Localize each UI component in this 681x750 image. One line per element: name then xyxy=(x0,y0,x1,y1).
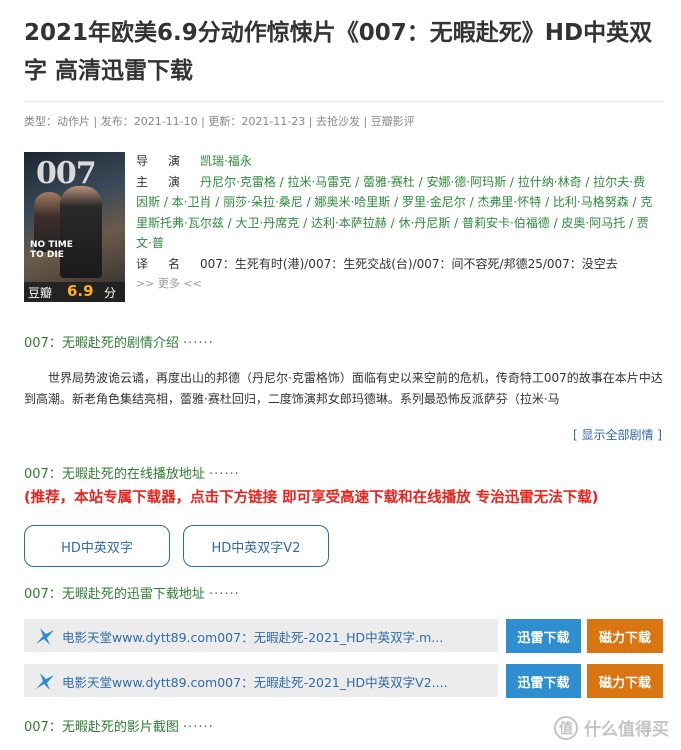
sofa-link[interactable]: 去抢沙发 xyxy=(316,115,360,128)
magnet-download-button[interactable]: 磁力下载 xyxy=(587,664,663,698)
director-row: 导演 凯瑞·福永 xyxy=(136,151,656,172)
play-button-hd-v2[interactable]: HD中英双字V2 xyxy=(183,525,329,567)
download-row[interactable]: 电影天堂www.dytt89.com007：无暇赴死-2021_HD中英双字.m… xyxy=(24,619,498,652)
douban-unit: 分 xyxy=(104,286,117,300)
online-play-heading: 007：无暇赴死的在线播放地址 ······ xyxy=(24,467,240,482)
play-button-hd[interactable]: HD中英双字 xyxy=(24,525,170,567)
download-link-text[interactable]: 电影天堂www.dytt89.com007：无暇赴死-2021_HD中英双字V2… xyxy=(62,672,492,691)
download-row[interactable]: 电影天堂www.dytt89.com007：无暇赴死-2021_HD中英双字V2… xyxy=(24,664,498,697)
alias-value: 007：生死有时(港)/007：生死交战(台)/007：间不容死/邦德25/00… xyxy=(200,256,618,271)
douban-score-bar: 豆瓣 6.9 分 xyxy=(24,282,125,302)
poster-title: NO TIME TO DIE xyxy=(30,240,73,260)
downloader-recommend-note: (推荐，本站专属下载器，点击下方链接 即可享受高速下载和在线播放 专治迅雷无法下… xyxy=(24,490,599,506)
poster-figure-man xyxy=(60,186,102,278)
download-link-text[interactable]: 电影天堂www.dytt89.com007：无暇赴死-2021_HD中英双字.m… xyxy=(62,627,492,646)
screenshots-heading: 007：无暇赴死的影片截图 ······ xyxy=(24,720,214,735)
xunlei-download-button[interactable]: 迅雷下载 xyxy=(506,619,581,653)
update-date: 2021-11-23 xyxy=(241,115,306,128)
douban-label: 豆瓣 xyxy=(28,286,53,300)
xunlei-download-heading: 007：无暇赴死的迅雷下载地址 ······ xyxy=(24,587,240,602)
title-divider xyxy=(24,101,664,102)
smzdm-logo-icon: 值 xyxy=(554,715,578,740)
director-link[interactable]: 凯瑞·福永 xyxy=(200,151,656,172)
plot-heading: 007：无暇赴死的剧情介绍 ······ xyxy=(24,336,214,351)
xunlei-bird-icon xyxy=(36,628,54,645)
alias-row: 译名 007：生死有时(港)/007：生死交战(台)/007：间不容死/邦德25… xyxy=(136,254,656,275)
watermark: 值 什么值得买 xyxy=(554,715,669,740)
page-title: 2021年欧美6.9分动作惊悚片《007：无暇赴死》HD中英双字 高清迅雷下载 xyxy=(24,20,653,84)
publish-date: 2021-11-10 xyxy=(133,115,198,128)
watermark-text: 什么值得买 xyxy=(584,720,669,740)
magnet-download-button[interactable]: 磁力下载 xyxy=(587,619,663,653)
xunlei-bird-icon xyxy=(36,673,54,690)
show-all-plot-link[interactable]: [ 显示全部剧情 ] xyxy=(573,426,662,443)
douban-review-link[interactable]: 豆瓣影评 xyxy=(371,115,415,128)
more-link[interactable]: >> 更多 << xyxy=(136,274,656,295)
douban-score: 6.9 xyxy=(67,282,94,300)
plot-text: 世界局势波诡云谲，再度出山的邦德（丹尼尔·克雷格饰）面临有史以来空前的危机，传奇… xyxy=(24,371,663,406)
xunlei-download-button[interactable]: 迅雷下载 xyxy=(506,664,581,698)
cast-row: 主演 丹尼尔·克雷格 / 拉米·马雷克 / 蕾雅·赛杜 / 安娜·德·阿玛斯 /… xyxy=(136,172,656,254)
poster-logo: 007 xyxy=(36,156,97,191)
meta-line: 类型：动作片 | 发布：2021-11-10 | 更新：2021-11-23 |… xyxy=(24,115,415,128)
movie-poster[interactable]: 007 NO TIME TO DIE xyxy=(24,152,125,302)
type-link[interactable]: 动作片 xyxy=(57,115,90,128)
cast-links[interactable]: 丹尼尔·克雷格 / 拉米·马雷克 / 蕾雅·赛杜 / 安娜·德·阿玛斯 / 拉什… xyxy=(136,172,656,254)
movie-info: 导演 凯瑞·福永 主演 丹尼尔·克雷格 / 拉米·马雷克 / 蕾雅·赛杜 / 安… xyxy=(136,151,656,295)
